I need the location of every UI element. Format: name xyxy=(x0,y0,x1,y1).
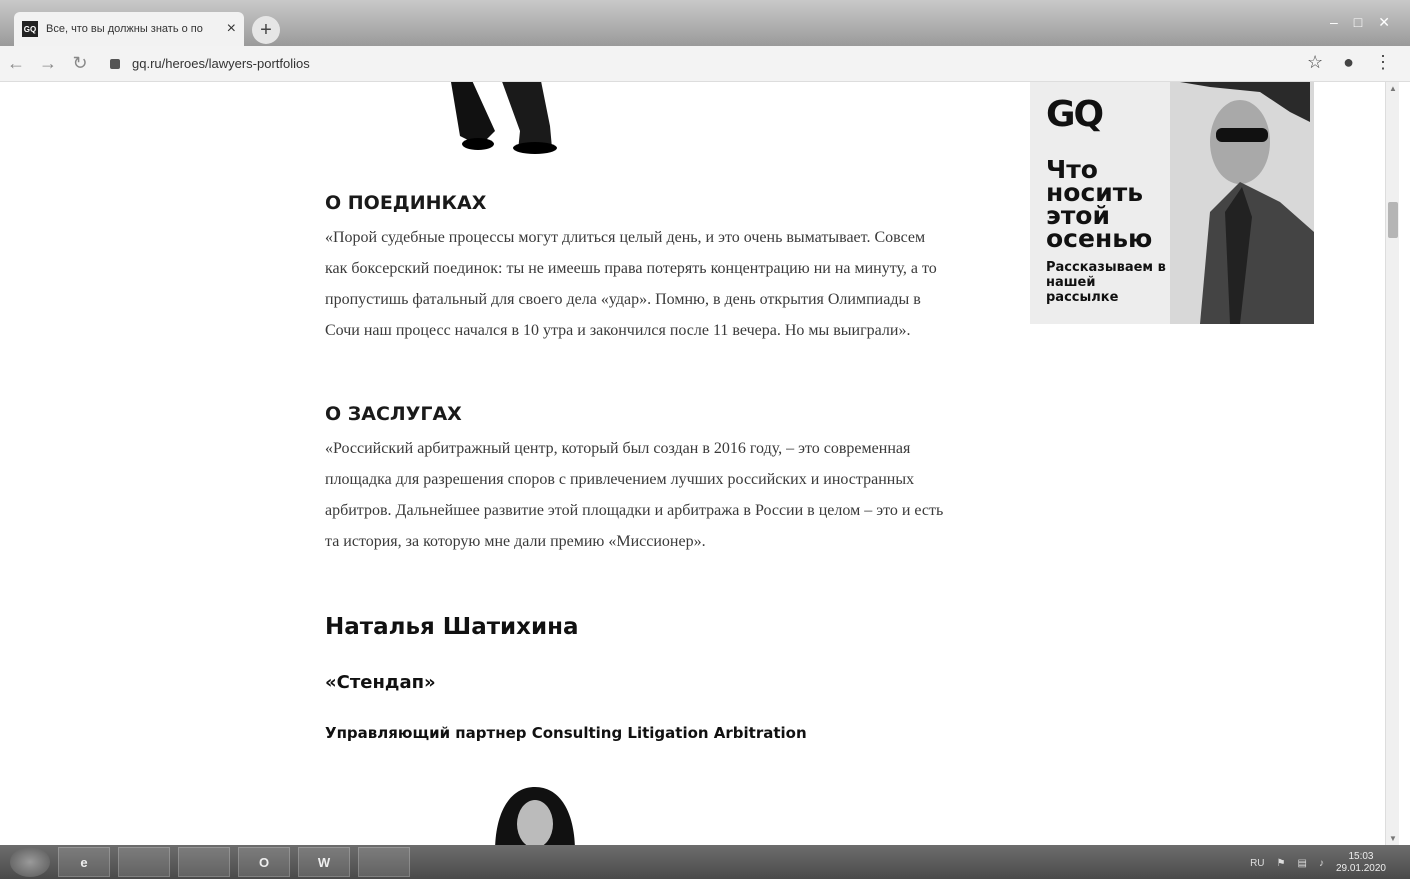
windows-taskbar: e O W RU ⚑ ▤ ♪ 15:03 29.01.2020 xyxy=(0,845,1410,879)
ad-headline: Что носить этой осенью xyxy=(1046,155,1153,253)
scroll-up-arrow-icon[interactable]: ▲ xyxy=(1386,84,1400,93)
clock-time: 15:03 xyxy=(1348,851,1374,862)
ad-subtext: Рассказываем в нашей рассылке xyxy=(1046,260,1166,305)
maximize-icon[interactable]: □ xyxy=(1354,14,1362,31)
page-scrollbar[interactable]: ▲ ▼ xyxy=(1385,82,1399,845)
person-position: Управляющий партнер Consulting Litigatio… xyxy=(325,724,807,742)
scroll-thumb[interactable] xyxy=(1388,202,1398,238)
paragraph-merits: «Российский арбитражный центр, который б… xyxy=(325,440,944,550)
taskbar-outlook[interactable]: O xyxy=(238,847,290,877)
address-bar[interactable]: gq.ru/heroes/lawyers-portfolios xyxy=(110,56,310,71)
photo-man-legs xyxy=(451,82,557,154)
lock-icon xyxy=(110,58,120,69)
browser-tab-strip: GQ Все, что вы должны знать о по × + – □… xyxy=(0,0,1410,46)
bookmark-star-icon[interactable]: ☆ xyxy=(1307,52,1323,73)
scroll-down-arrow-icon[interactable]: ▼ xyxy=(1386,834,1400,843)
photo-woman-portrait xyxy=(495,787,575,845)
close-tab-icon[interactable]: × xyxy=(227,20,236,38)
profile-icon[interactable]: ● xyxy=(1343,52,1354,73)
language-indicator[interactable]: RU xyxy=(1250,858,1264,869)
new-tab-button[interactable]: + xyxy=(252,16,280,44)
taskbar-chrome[interactable] xyxy=(358,847,410,877)
gq-favicon-icon: GQ xyxy=(22,21,38,37)
window-controls: – □ ✕ xyxy=(1330,14,1390,31)
taskbar-file-explorer[interactable] xyxy=(118,847,170,877)
taskbar-media-player[interactable] xyxy=(178,847,230,877)
paragraph-duels: «Порой судебные процессы могут длиться ц… xyxy=(325,229,937,339)
ad-model-photo xyxy=(1170,82,1314,324)
start-button[interactable] xyxy=(10,847,50,877)
taskbar-word[interactable]: W xyxy=(298,847,350,877)
network-icon[interactable]: ▤ xyxy=(1297,858,1306,869)
section-title-merits: О ЗАСЛУГАХ xyxy=(325,403,462,425)
clock-date: 29.01.2020 xyxy=(1335,863,1386,874)
forward-arrow-icon[interactable]: → xyxy=(32,53,64,74)
browser-tab-active[interactable]: GQ Все, что вы должны знать о по × xyxy=(14,12,244,46)
flag-icon[interactable]: ⚑ xyxy=(1277,858,1286,869)
section-title-duels: О ПОЕДИНКАХ xyxy=(325,192,487,214)
gq-newsletter-ad[interactable]: GQ Что носить этой осенью Рассказываем в… xyxy=(1030,82,1314,324)
close-window-icon[interactable]: ✕ xyxy=(1378,14,1390,31)
gq-logo: GQ xyxy=(1046,94,1104,135)
menu-dots-icon[interactable]: ⋮ xyxy=(1374,52,1392,73)
reload-icon[interactable]: ↻ xyxy=(64,53,96,74)
clock[interactable]: 15:03 29.01.2020 xyxy=(1336,851,1386,875)
company-name: «Стендап» xyxy=(325,672,436,693)
url-text[interactable]: gq.ru/heroes/lawyers-portfolios xyxy=(132,56,310,71)
page-content: О ПОЕДИНКАХ «Порой судебные процессы мог… xyxy=(0,82,1385,845)
taskbar-internet-explorer[interactable]: e xyxy=(58,847,110,877)
browser-toolbar: ← → ↻ gq.ru/heroes/lawyers-portfolios ☆ … xyxy=(0,46,1410,82)
volume-icon[interactable]: ♪ xyxy=(1319,858,1324,869)
minimize-icon[interactable]: – xyxy=(1330,14,1338,31)
system-tray: RU ⚑ ▤ ♪ 15:03 29.01.2020 xyxy=(1250,851,1386,875)
tab-title: Все, что вы должны знать о по xyxy=(46,23,203,35)
person-name: Наталья Шатихина xyxy=(325,614,579,640)
back-arrow-icon[interactable]: ← xyxy=(0,53,32,74)
